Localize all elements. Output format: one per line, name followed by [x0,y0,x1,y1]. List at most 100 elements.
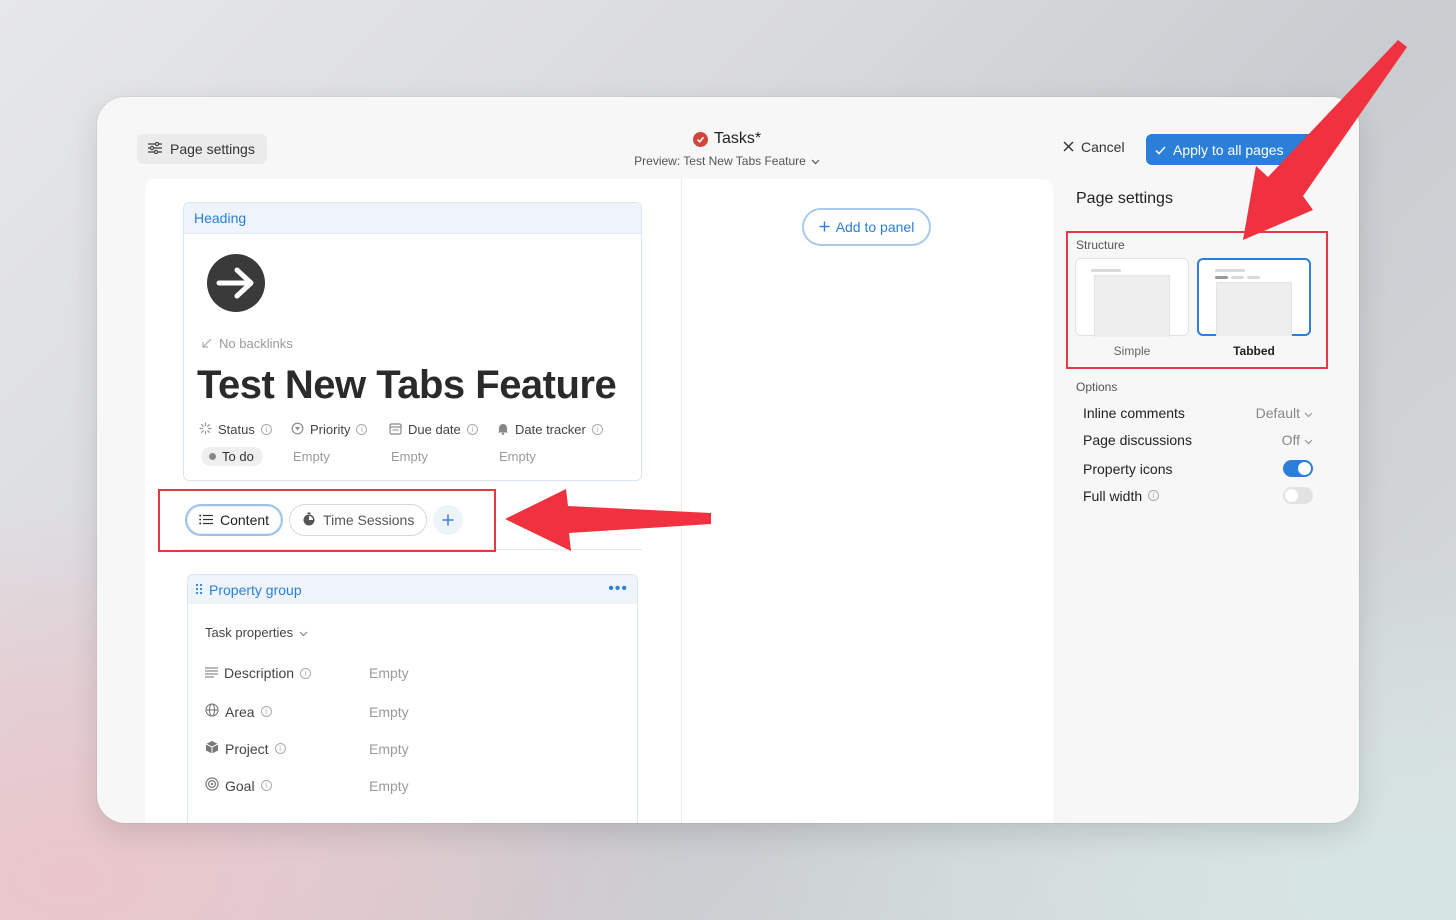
sliders-icon [148,141,162,157]
structure-label: Structure [1076,238,1125,252]
due-date-value: Empty [391,448,428,464]
status-badge[interactable]: To do [201,446,263,466]
plus-icon [819,219,830,235]
property-label: Project [225,740,269,757]
property-priority[interactable]: Priority i Empty [291,421,389,466]
arrow-right-icon[interactable] [207,254,265,312]
bell-icon [497,422,509,438]
option-label: Property icons [1083,460,1173,477]
property-label: Goal [225,777,255,794]
toggle-knob [1285,489,1298,502]
property-row-project[interactable]: Project i Empty [205,740,409,757]
tabs-highlight-box [158,489,496,552]
close-icon [1063,139,1074,155]
property-label: Description [224,665,295,681]
window-title-area: Tasks* Preview: Test New Tabs Feature [577,130,877,168]
priority-icon [291,422,304,438]
page-title: Test New Tabs Feature [197,363,617,407]
check-circle-icon [692,131,708,147]
status-dot-icon [209,452,216,460]
toggle-knob [1298,462,1311,475]
chevron-down-icon [1304,405,1313,421]
option-value: Default [1255,405,1300,421]
property-group-bar: Property group ••• [188,575,637,604]
option-value: Off [1281,432,1300,448]
checkmark-icon [1155,142,1166,158]
tabbed-layout-preview [1215,269,1292,336]
task-properties-label: Task properties [205,625,294,640]
property-row-goal[interactable]: Goal i Empty [205,777,409,794]
info-icon: i [260,706,272,717]
simple-layout-preview [1091,269,1170,337]
column-divider [681,179,682,823]
info-icon: i [1148,490,1160,501]
drag-handle-icon[interactable] [195,582,203,598]
sidebar-title: Page settings [1076,190,1173,207]
option-inline-comments[interactable]: Inline comments Default [1083,405,1313,421]
backlinks-indicator: No backlinks [202,336,293,351]
backlinks-label: No backlinks [219,336,293,351]
property-row-description[interactable]: Description i Empty [205,665,409,681]
window-title: Tasks* [713,130,762,147]
option-label: Page discussions [1083,432,1192,448]
property-value: Empty [369,665,409,681]
add-to-panel-button[interactable]: Add to panel [802,208,931,246]
structure-name: Simple [1113,344,1151,358]
property-value: Empty [369,777,409,794]
structure-option-tabbed[interactable] [1197,258,1311,336]
preview-selector[interactable]: Preview: Test New Tabs Feature [577,154,877,168]
property-due-date[interactable]: Due date i Empty [389,421,497,466]
apply-label: Apply to all pages [1173,141,1284,158]
property-label: Priority [310,422,351,437]
preview-label: Preview: Test New Tabs Feature [634,154,806,168]
priority-value: Empty [293,448,330,464]
property-icons-toggle[interactable] [1283,460,1313,477]
heading-properties: Status i To do Priority i Empty Due date… [199,421,617,466]
info-icon: i [356,424,368,435]
page-settings-window: Page settings Tasks* Preview: Test New T… [97,97,1359,823]
status-value: To do [222,448,254,464]
apply-to-all-pages-button[interactable]: Apply to all pages [1146,134,1316,165]
cancel-button[interactable]: Cancel [1063,139,1125,155]
full-width-toggle[interactable] [1283,487,1313,504]
property-date-tracker[interactable]: Date tracker i Empty [497,421,617,466]
page-settings-button[interactable]: Page settings [137,134,267,164]
text-lines-icon [205,665,218,681]
property-status[interactable]: Status i To do [199,421,291,466]
chevron-down-icon [299,625,308,640]
property-group-section[interactable]: Property group ••• Task properties Descr… [187,574,638,823]
info-icon: i [466,424,478,435]
property-label: Area [225,703,255,720]
info-icon: i [260,780,272,791]
more-options-icon[interactable]: ••• [608,580,628,598]
date-tracker-value: Empty [499,448,536,464]
heading-section-bar: Heading [184,203,641,234]
options-label: Options [1076,380,1118,394]
page-discussions-dropdown[interactable]: Off [1282,432,1313,448]
property-value: Empty [369,740,409,757]
property-group-title: Property group [209,581,302,598]
structure-name: Tabbed [1233,344,1275,358]
heading-section-label: Heading [194,210,247,226]
option-property-icons[interactable]: Property icons [1083,460,1313,477]
task-properties-selector[interactable]: Task properties [205,625,308,640]
inline-comments-dropdown[interactable]: Default [1256,405,1313,421]
property-label: Date tracker [515,422,586,437]
structure-option-simple[interactable] [1075,258,1189,337]
target-icon [205,777,219,794]
property-row-area[interactable]: Area i Empty [205,703,409,720]
property-label: Status [218,422,255,437]
option-full-width[interactable]: Full width i [1083,487,1313,504]
cancel-label: Cancel [1081,139,1125,155]
heading-section[interactable]: Heading No backlinks Test New Tabs Featu… [183,202,642,481]
structure-section: Structure Simple Tabbed [1066,231,1328,369]
option-page-discussions[interactable]: Page discussions Off [1083,432,1313,448]
info-icon: i [274,743,286,754]
globe-icon [205,703,219,720]
box-icon [205,740,219,757]
chevron-down-icon [1304,432,1313,448]
arrow-down-left-icon [202,336,212,351]
option-label: Full width [1083,487,1143,504]
property-label: Due date [408,422,461,437]
add-to-panel-label: Add to panel [835,219,915,235]
